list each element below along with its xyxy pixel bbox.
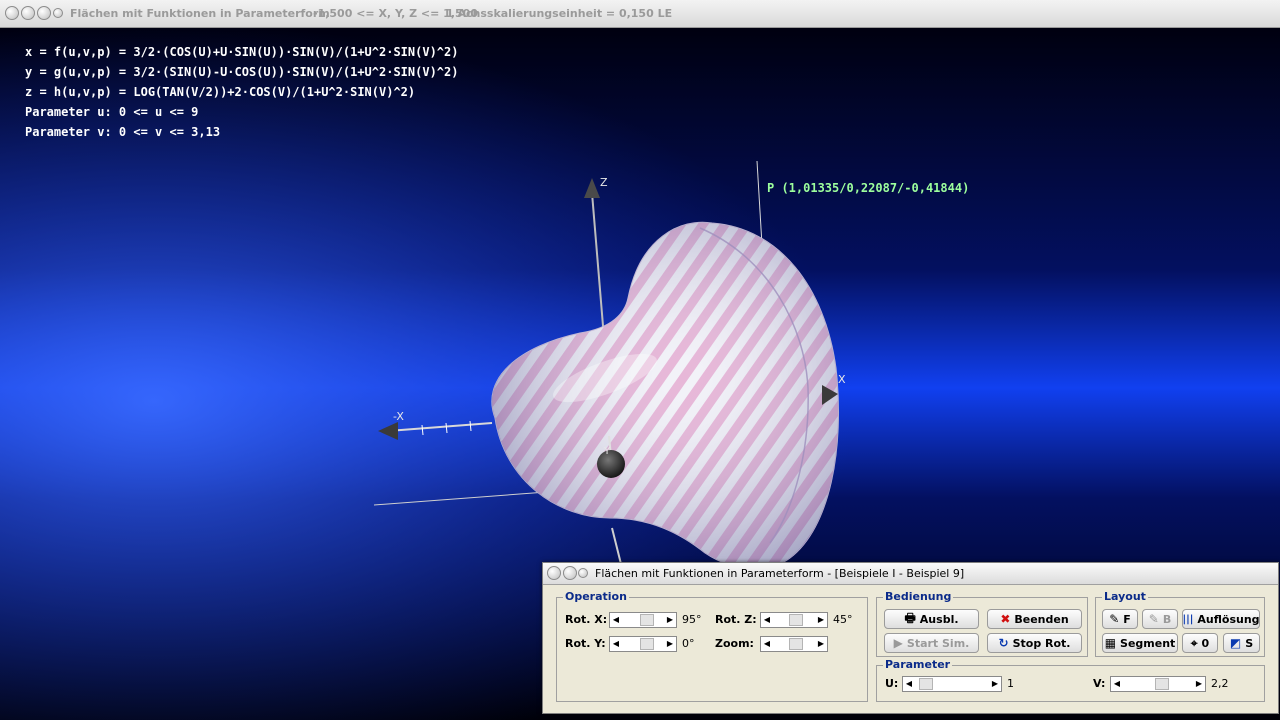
layout-group: Layout ✎ F ✎ B ||| Auflösung ▦ Segment ⌖ 0 ◩ S: [1095, 590, 1265, 657]
brush-disabled-icon: ✎: [1148, 612, 1159, 626]
crosshair-icon: ⌖: [1190, 635, 1198, 650]
rot-z-value: 45°: [833, 613, 853, 626]
window-title: Flächen mit Funktionen in Parameterform: [70, 7, 330, 20]
bedienung-group: Bedienung 🖶 Ausbl. ✖ Beenden ▶ Start Sim. ↻…: [876, 590, 1088, 657]
zoom-left-arrow[interactable]: ◀: [761, 637, 773, 651]
window-menu-button[interactable]: [5, 6, 19, 20]
u-label: U:: [885, 677, 899, 690]
parameter-title: Parameter: [883, 658, 953, 671]
maximize-button[interactable]: [37, 6, 51, 20]
panel-menu-button[interactable]: [547, 566, 561, 580]
operation-title: Operation: [563, 590, 629, 603]
rot-z-left-arrow[interactable]: ◀: [761, 613, 773, 627]
rot-y-right-arrow[interactable]: ▶: [664, 637, 676, 651]
x-neg-axis-label: -X: [393, 410, 404, 423]
rot-x-right-arrow[interactable]: ▶: [664, 613, 676, 627]
u-right-arrow[interactable]: ▶: [989, 677, 1001, 691]
minimize-button[interactable]: [21, 6, 35, 20]
v-left-arrow[interactable]: ◀: [1111, 677, 1123, 691]
rot-y-thumb[interactable]: [640, 638, 654, 650]
v-slider[interactable]: ◀ ▶: [1110, 676, 1206, 692]
x-pos-axis-label: X: [838, 373, 846, 386]
segment-button[interactable]: ▦ Segment: [1102, 633, 1178, 653]
zoom-slider[interactable]: ◀ ▶: [760, 636, 828, 652]
grid-icon: ▦: [1104, 636, 1117, 650]
beenden-button[interactable]: ✖ Beenden: [987, 609, 1082, 629]
v-thumb[interactable]: [1155, 678, 1169, 690]
rot-y-left-arrow[interactable]: ◀: [610, 637, 622, 651]
point-coordinates: P (1,01335/0,22087/-0,41844): [767, 181, 970, 195]
panel-title: Flächen mit Funktionen in Parameterform …: [595, 567, 965, 580]
rot-x-thumb[interactable]: [640, 614, 654, 626]
rot-x-slider[interactable]: ◀ ▶: [609, 612, 677, 628]
parameter-u-range: Parameter u: 0 <= u <= 9: [25, 105, 199, 119]
parameter-group: Parameter U: ◀ ▶ 1 V: ◀ ▶ 2,2: [876, 658, 1265, 702]
rot-z-right-arrow[interactable]: ▶: [815, 613, 827, 627]
control-panel: Flächen mit Funktionen in Parameterform …: [542, 562, 1279, 714]
layout-f-button[interactable]: ✎ F: [1102, 609, 1138, 629]
rot-z-slider[interactable]: ◀ ▶: [760, 612, 828, 628]
panel-close-button[interactable]: [578, 568, 588, 578]
parameter-v-range: Parameter v: 0 <= v <= 3,13: [25, 125, 221, 139]
v-value: 2,2: [1211, 677, 1229, 690]
layout-title: Layout: [1102, 590, 1148, 603]
rotate-icon: ↻: [998, 636, 1009, 650]
zoom-right-arrow[interactable]: ▶: [815, 637, 827, 651]
rot-y-label: Rot. Y:: [565, 637, 606, 650]
bedienung-title: Bedienung: [883, 590, 954, 603]
formula-x: x = f(u,v,p) = 3/2·(COS(U)+U·SIN(U))·SIN…: [25, 45, 459, 59]
panel-title-bar: Flächen mit Funktionen in Parameterform …: [543, 563, 1278, 585]
u-slider[interactable]: ◀ ▶: [902, 676, 1002, 692]
zoom-thumb[interactable]: [789, 638, 803, 650]
stop-rot-button[interactable]: ↻ Stop Rot.: [987, 633, 1082, 653]
rot-y-value: 0°: [682, 637, 695, 650]
rot-z-thumb[interactable]: [789, 614, 803, 626]
brush-icon: ✎: [1109, 612, 1120, 626]
close-icon: ✖: [1000, 612, 1011, 626]
rot-y-slider[interactable]: ◀ ▶: [609, 636, 677, 652]
y-axis-marker: [597, 450, 625, 478]
main-title-bar: Flächen mit Funktionen in Parameterform …: [0, 0, 1280, 28]
window-close-button[interactable]: [53, 8, 63, 18]
layout-b-button[interactable]: ✎ B: [1142, 609, 1178, 629]
rot-x-left-arrow[interactable]: ◀: [610, 613, 622, 627]
formula-z: z = h(u,v,p) = LOG(TAN(V/2))+2·COS(V)/(1…: [25, 85, 416, 99]
aufloesung-button[interactable]: ||| Auflösung: [1182, 609, 1260, 629]
layout-0-button[interactable]: ⌖ 0: [1182, 633, 1218, 653]
window-scale: 1 Achsskalierungseinheit = 0,150 LE: [446, 7, 673, 20]
rot-z-label: Rot. Z:: [715, 613, 757, 626]
v-label: V:: [1093, 677, 1106, 690]
play-icon: ▶: [893, 636, 903, 650]
u-thumb[interactable]: [919, 678, 933, 690]
u-left-arrow[interactable]: ◀: [903, 677, 915, 691]
ausblenden-button[interactable]: 🖶 Ausbl.: [884, 609, 979, 629]
rot-x-value: 95°: [682, 613, 702, 626]
rot-x-label: Rot. X:: [565, 613, 608, 626]
printer-icon: 🖶: [904, 610, 916, 625]
resolution-icon: |||: [1182, 613, 1194, 625]
z-axis-label: Z: [600, 176, 608, 189]
y-axis-label: Y: [604, 446, 611, 457]
panel-minimize-button[interactable]: [563, 566, 577, 580]
operation-group: Operation Rot. X: ◀ ▶ 95° Rot. Z: ◀ ▶ 45…: [556, 590, 868, 702]
zoom-label: Zoom:: [715, 637, 754, 650]
start-sim-button[interactable]: ▶ Start Sim.: [884, 633, 979, 653]
formula-y: y = g(u,v,p) = 3/2·(SIN(U)-U·COS(U))·SIN…: [25, 65, 459, 79]
eraser-icon: ◩: [1229, 636, 1242, 650]
layout-s-button[interactable]: ◩ S: [1223, 633, 1260, 653]
v-right-arrow[interactable]: ▶: [1193, 677, 1205, 691]
u-value: 1: [1007, 677, 1014, 690]
